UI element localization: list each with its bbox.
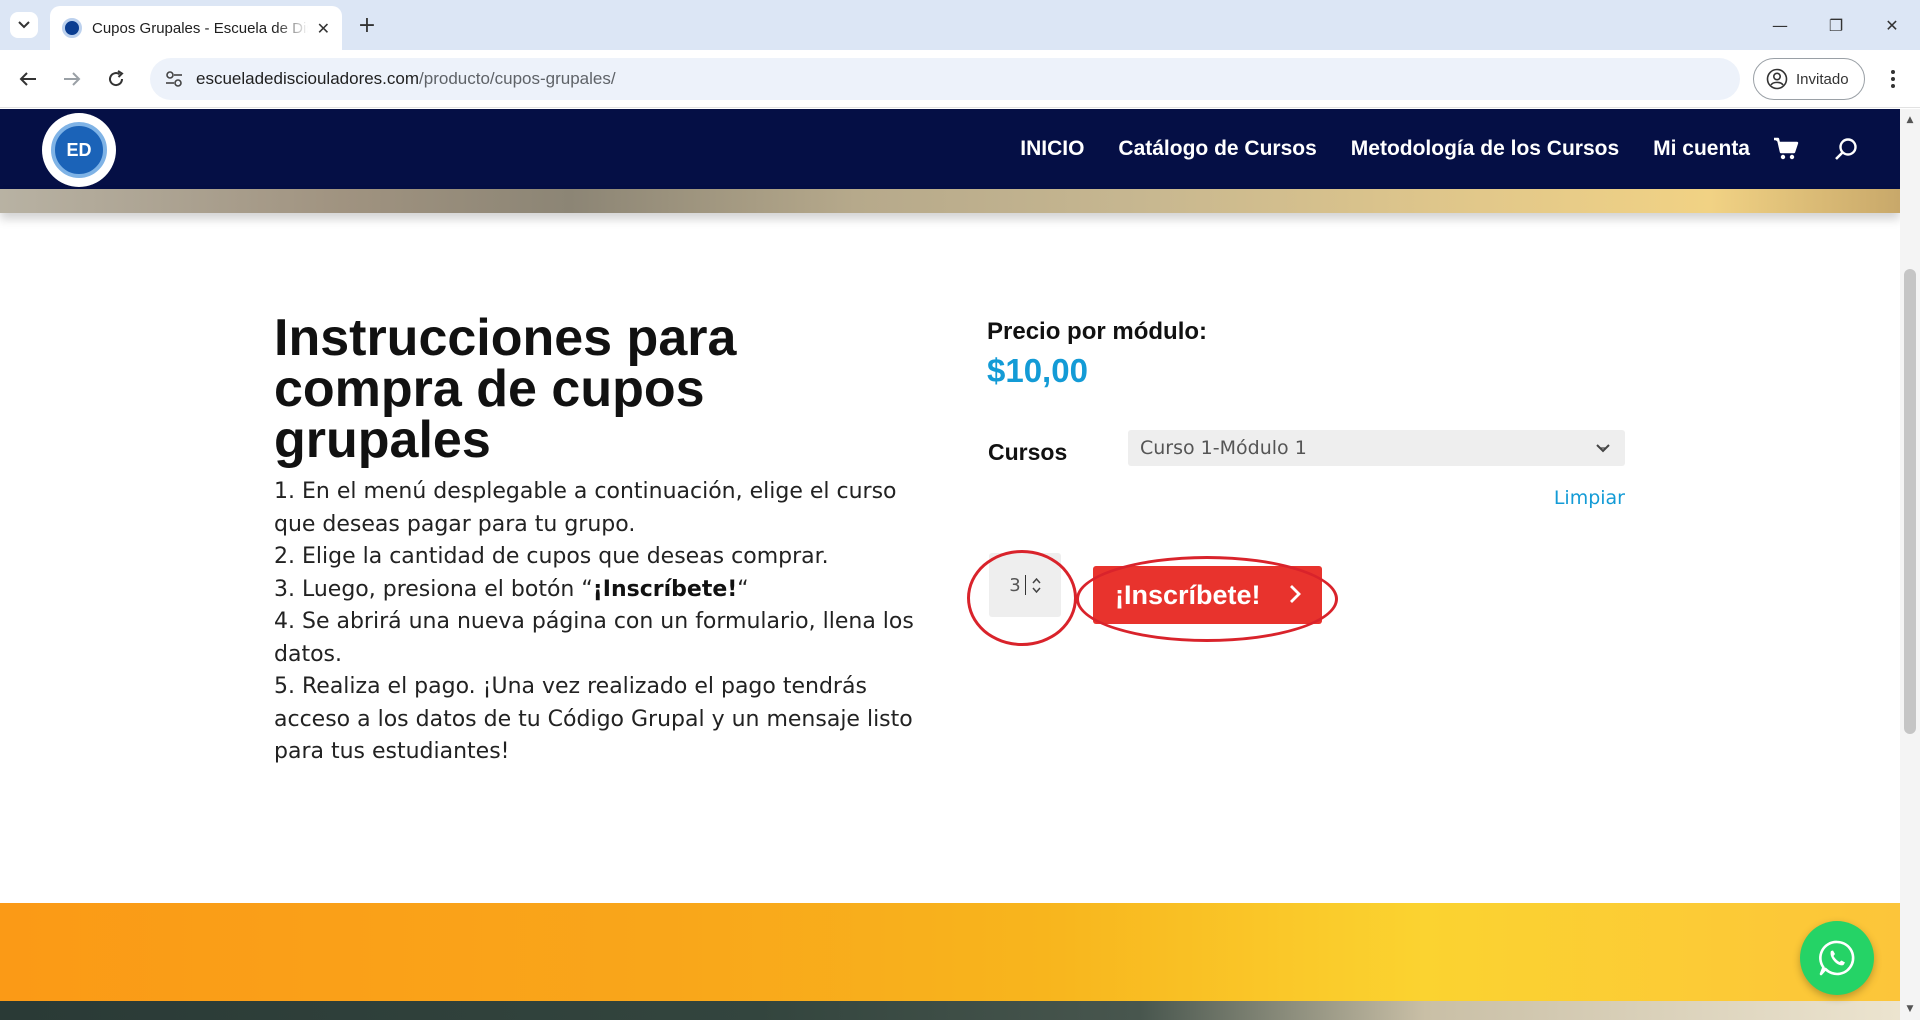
url-path: /producto/cupos-grupales/ [419,69,616,88]
chevron-down-icon [1596,444,1610,453]
instruction-step-4: 4. Se abrirá una nueva página con un for… [274,609,914,667]
search-icon[interactable] [1834,137,1858,161]
site-favicon-icon [62,18,82,38]
nav-link-metodologia[interactable]: Metodología de los Cursos [1351,137,1619,161]
tab-title: Cupos Grupales - Escuela de Discipulador… [92,19,308,37]
scroll-up-icon[interactable]: ▲ [1900,113,1920,127]
address-bar[interactable]: escueladedisciouladores.com/producto/cup… [150,58,1740,100]
page-scrollbar[interactable]: ▲ ▼ [1900,109,1920,1020]
instruction-step-2: 2. Elige la cantidad de cupos que deseas… [274,544,829,569]
instruction-step-5: 5. Realiza el pago. ¡Una vez realizado e… [274,674,913,764]
instruction-step-1: 1. En el menú desplegable a continuación… [274,479,897,537]
reload-icon [109,70,124,87]
price-value: $10,00 [987,352,1088,389]
course-select-value: Curso 1-Módulo 1 [1140,437,1307,459]
nav-link-inicio[interactable]: INICIO [1020,137,1084,161]
chevron-down-icon [18,21,30,29]
instruction-step-3-prefix: 3. Luego, presiona el botón “ [274,576,593,602]
page-title: Instrucciones para compra de cupos grupa… [274,309,737,469]
reload-button[interactable] [100,63,132,95]
arrow-right-icon [64,72,81,86]
nav-link-catalogo[interactable]: Catálogo de Cursos [1118,137,1316,161]
whatsapp-icon [1819,940,1855,976]
profile-button[interactable]: Invitado [1753,58,1865,100]
site-header: ED INICIO Catálogo de Cursos Metodología… [0,109,1900,189]
instructions-list: 1. En el menú desplegable a continuación… [274,476,914,769]
profile-icon [1766,68,1788,90]
window-controls: — ❐ ✕ [1752,0,1920,50]
course-select[interactable]: Curso 1-Módulo 1 [1128,430,1625,466]
profile-label: Invitado [1796,70,1849,88]
courses-label: Cursos [988,439,1068,465]
site-logo[interactable]: ED [42,113,116,187]
footer-image-strip [0,1001,1900,1020]
tab-close-icon[interactable]: ✕ [317,19,330,38]
new-tab-button[interactable]: + [352,10,382,40]
clear-selection-link[interactable]: Limpiar [1554,487,1625,509]
main-navigation: INICIO Catálogo de Cursos Metodología de… [1020,109,1750,189]
instruction-step-3-bold: ¡Inscríbete! [592,576,738,602]
active-tab[interactable]: Cupos Grupales - Escuela de Discipulador… [50,6,342,50]
page-viewport: ED INICIO Catálogo de Cursos Metodología… [0,109,1900,1020]
site-settings-icon[interactable] [164,69,184,89]
url-text: escueladedisciouladores.com/producto/cup… [196,69,616,89]
annotation-circle-enroll [1076,556,1338,642]
browser-tab-bar: Cupos Grupales - Escuela de Discipulador… [0,0,1920,50]
minimize-button[interactable]: — [1752,0,1808,50]
scrollbar-thumb[interactable] [1904,269,1916,734]
back-button[interactable] [12,63,44,95]
logo-text: ED [66,139,92,160]
footer-banner [0,903,1900,1001]
arrow-left-icon [19,72,36,86]
url-domain: escueladedisciouladores.com [196,69,420,88]
forward-button[interactable] [56,63,88,95]
scroll-down-icon[interactable]: ▼ [1900,1002,1920,1016]
more-vertical-icon [1891,70,1895,88]
restore-button[interactable]: ❐ [1808,0,1864,50]
whatsapp-button[interactable] [1800,921,1874,995]
nav-link-mi-cuenta[interactable]: Mi cuenta [1653,137,1750,161]
instruction-step-3-suffix: “ [737,576,749,602]
browser-menu-button[interactable] [1878,63,1908,95]
cart-icon[interactable] [1773,137,1799,161]
logo-emblem: ED [51,122,107,178]
hero-image-strip [0,189,1900,213]
instruction-step-3: 3. Luego, presiona el botón “¡Inscríbete… [274,574,914,607]
price-label: Precio por módulo: [987,318,1208,345]
close-window-button[interactable]: ✕ [1864,0,1920,50]
instructions-section: Instrucciones para compra de cupos grupa… [274,309,924,769]
browser-toolbar: escueladedisciouladores.com/producto/cup… [0,50,1920,108]
annotation-circle-quantity [967,550,1077,646]
tab-list-button[interactable] [10,12,38,38]
